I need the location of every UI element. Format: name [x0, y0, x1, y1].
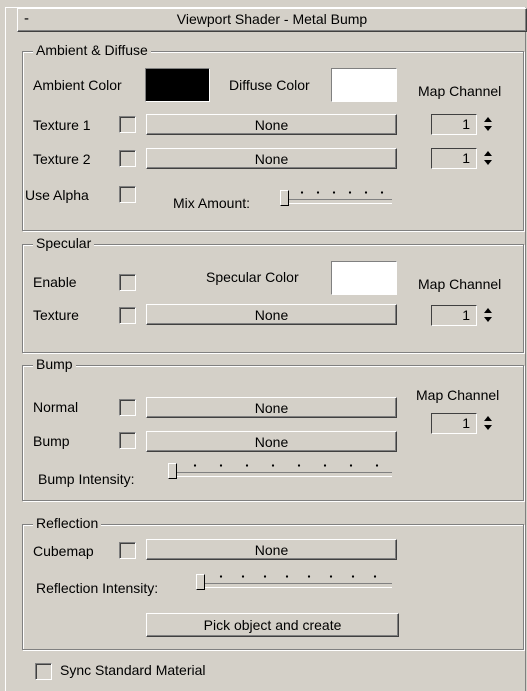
spinner-up-icon[interactable] — [484, 151, 492, 156]
texture2-channel-field[interactable]: 1 — [431, 148, 477, 169]
cubemap-checkbox[interactable] — [119, 542, 136, 559]
spinner-down-icon[interactable] — [484, 160, 492, 165]
specular-channel-spinner[interactable] — [482, 305, 495, 326]
pick-object-and-create-button[interactable]: Pick object and create — [146, 613, 399, 637]
bump-channel-field[interactable]: 1 — [431, 413, 477, 434]
mix-amount-label: Mix Amount: — [173, 195, 251, 211]
specular-texture-checkbox[interactable] — [119, 307, 136, 324]
bump-intensity-slider-thumb[interactable] — [168, 463, 177, 479]
use-alpha-checkbox[interactable] — [119, 186, 136, 203]
texture2-channel-spinner[interactable] — [482, 148, 495, 169]
bump-intensity-slider[interactable] — [168, 461, 392, 479]
texture2-label: Texture 2 — [33, 151, 91, 167]
bump-group-label: Bump — [33, 355, 76, 373]
use-alpha-label: Use Alpha — [25, 187, 89, 203]
cubemap-label: Cubemap — [33, 543, 94, 559]
diffuse-color-swatch[interactable] — [331, 68, 397, 102]
spinner-up-icon[interactable] — [484, 308, 492, 313]
normal-label: Normal — [33, 399, 79, 415]
specular-color-label: Specular Color — [206, 269, 299, 285]
cubemap-map-button[interactable]: None — [146, 539, 397, 560]
normal-map-button[interactable]: None — [146, 397, 397, 418]
specular-enable-label: Enable — [33, 274, 77, 290]
spinner-down-icon[interactable] — [484, 425, 492, 430]
normal-checkbox[interactable] — [119, 399, 136, 416]
ambient-color-swatch[interactable] — [145, 68, 210, 102]
texture1-channel-field[interactable]: 1 — [431, 114, 477, 135]
ambient-diffuse-group-label: Ambient & Diffuse — [33, 41, 151, 59]
mix-amount-slider[interactable] — [280, 188, 392, 206]
reflection-group-label: Reflection — [33, 514, 102, 532]
texture1-channel-spinner[interactable] — [482, 114, 495, 135]
bump-checkbox[interactable] — [119, 432, 136, 449]
rollout-title-bar[interactable]: - Viewport Shader - Metal Bump — [17, 8, 527, 32]
mix-amount-slider-thumb[interactable] — [280, 190, 289, 206]
spinner-up-icon[interactable] — [484, 117, 492, 122]
ad-map-channel-label: Map Channel — [418, 83, 502, 99]
specular-channel-field[interactable]: 1 — [431, 305, 477, 326]
specular-texture-label: Texture — [33, 307, 79, 323]
reflection-intensity-slider[interactable] — [196, 572, 392, 590]
spinner-down-icon[interactable] — [484, 126, 492, 131]
diffuse-color-label: Diffuse Color — [229, 77, 310, 93]
texture1-label: Texture 1 — [33, 117, 91, 133]
bump-intensity-label: Bump Intensity: — [38, 471, 135, 487]
reflection-intensity-slider-thumb[interactable] — [196, 574, 205, 590]
sync-standard-material-label: Sync Standard Material — [60, 662, 206, 678]
texture1-map-button[interactable]: None — [146, 114, 397, 135]
spinner-up-icon[interactable] — [484, 416, 492, 421]
texture1-checkbox[interactable] — [119, 116, 136, 133]
ambient-color-label: Ambient Color — [33, 77, 122, 93]
specular-color-swatch[interactable] — [331, 261, 397, 295]
bump-label: Bump — [33, 433, 70, 449]
bump-channel-spinner[interactable] — [482, 413, 495, 434]
specular-map-channel-label: Map Channel — [418, 276, 502, 292]
specular-group — [22, 244, 524, 353]
spinner-down-icon[interactable] — [484, 317, 492, 322]
specular-enable-checkbox[interactable] — [119, 274, 136, 291]
sync-standard-material-checkbox[interactable] — [35, 663, 52, 680]
specular-group-label: Specular — [33, 234, 95, 252]
texture2-map-button[interactable]: None — [146, 148, 397, 169]
bump-map-channel-label: Map Channel — [416, 387, 500, 403]
rollout-title: Viewport Shader - Metal Bump — [176, 11, 368, 27]
texture2-checkbox[interactable] — [119, 150, 136, 167]
reflection-intensity-label: Reflection Intensity: — [36, 580, 159, 596]
specular-texture-map-button[interactable]: None — [146, 304, 397, 325]
bump-map-button[interactable]: None — [146, 431, 397, 452]
